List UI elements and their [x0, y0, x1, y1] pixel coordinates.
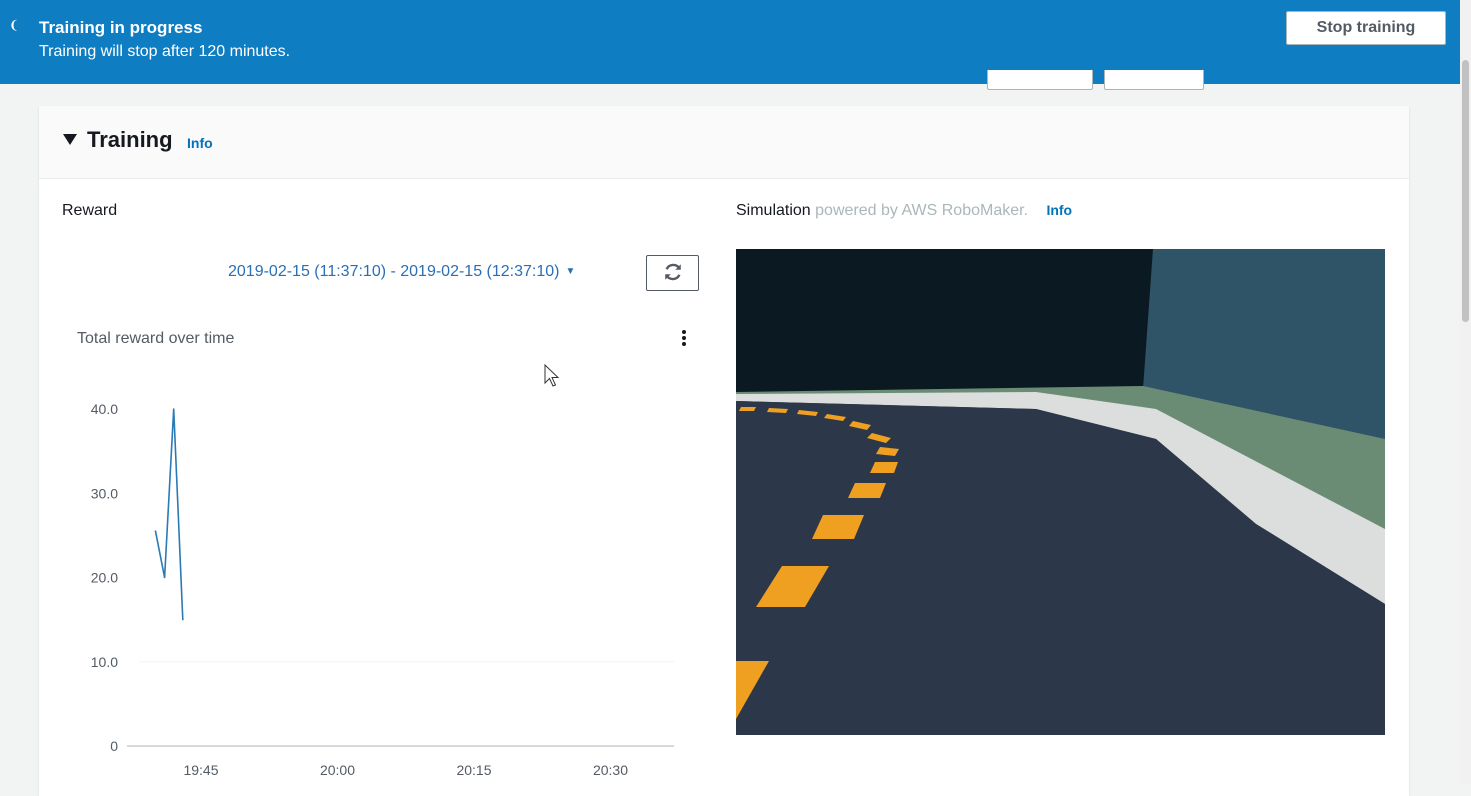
- header-action-button[interactable]: [1104, 70, 1204, 90]
- simulation-title: Simulation: [736, 202, 811, 219]
- refresh-icon: [664, 263, 681, 280]
- simulation-info-link[interactable]: Info: [1046, 202, 1072, 218]
- refresh-button[interactable]: [646, 255, 699, 291]
- simulation-label: Simulation powered by AWS RoboMaker. Inf…: [736, 202, 1072, 220]
- scrollbar-thumb[interactable]: [1462, 60, 1469, 322]
- y-tick-label: 30.0: [91, 485, 118, 501]
- reward-series-line: [154, 408, 184, 620]
- y-tick-label: 0: [110, 738, 118, 754]
- training-status-banner: ❨ Training in progress Training will sto…: [0, 0, 1460, 84]
- date-range-text: 2019-02-15 (11:37:10) - 2019-02-15 (12:3…: [228, 263, 560, 280]
- x-tick-label: 20:30: [593, 762, 628, 778]
- training-info-link[interactable]: Info: [187, 135, 213, 151]
- stop-training-button[interactable]: Stop training: [1286, 11, 1446, 45]
- simulation-video-stream: [736, 249, 1385, 735]
- header-action-button[interactable]: [987, 70, 1093, 90]
- y-tick-label: 20.0: [91, 570, 118, 586]
- more-options-icon[interactable]: [679, 330, 689, 350]
- training-panel: Training Info Reward 2019-02-15 (11:37:1…: [39, 106, 1409, 796]
- x-tick-label: 20:00: [320, 762, 355, 778]
- x-tick-label: 19:45: [183, 762, 218, 778]
- banner-title: Training in progress: [39, 18, 203, 37]
- y-tick-label: 10.0: [91, 654, 118, 670]
- spinner-icon: ❨: [9, 18, 20, 32]
- chart-title: Total reward over time: [77, 330, 235, 347]
- date-range-dropdown[interactable]: 2019-02-15 (11:37:10) - 2019-02-15 (12:3…: [228, 263, 575, 281]
- banner-subtitle: Training will stop after 120 minutes.: [39, 43, 291, 60]
- caret-down-icon: ▼: [565, 266, 576, 277]
- reward-data-point: [172, 408, 175, 410]
- y-tick-label: 40.0: [91, 401, 118, 417]
- training-panel-header[interactable]: Training Info: [39, 106, 1409, 179]
- reward-data-point: [163, 576, 166, 579]
- page-scrollbar[interactable]: [1460, 0, 1471, 784]
- caret-down-icon[interactable]: [63, 134, 77, 145]
- powered-by-text: powered by AWS RoboMaker.: [815, 202, 1028, 219]
- simulation-scene-image: [736, 249, 1385, 735]
- section-title: Training: [87, 127, 173, 152]
- reward-label: Reward: [62, 202, 118, 219]
- x-tick-label: 20:15: [456, 762, 491, 778]
- reward-data-point: [154, 530, 157, 532]
- reward-data-point: [182, 618, 184, 621]
- reward-chart: 0 10.0 20.0 30.0 40.0 19:45 20:00 20:15 20:30: [91, 401, 674, 778]
- mouse-cursor-icon: [544, 364, 560, 387]
